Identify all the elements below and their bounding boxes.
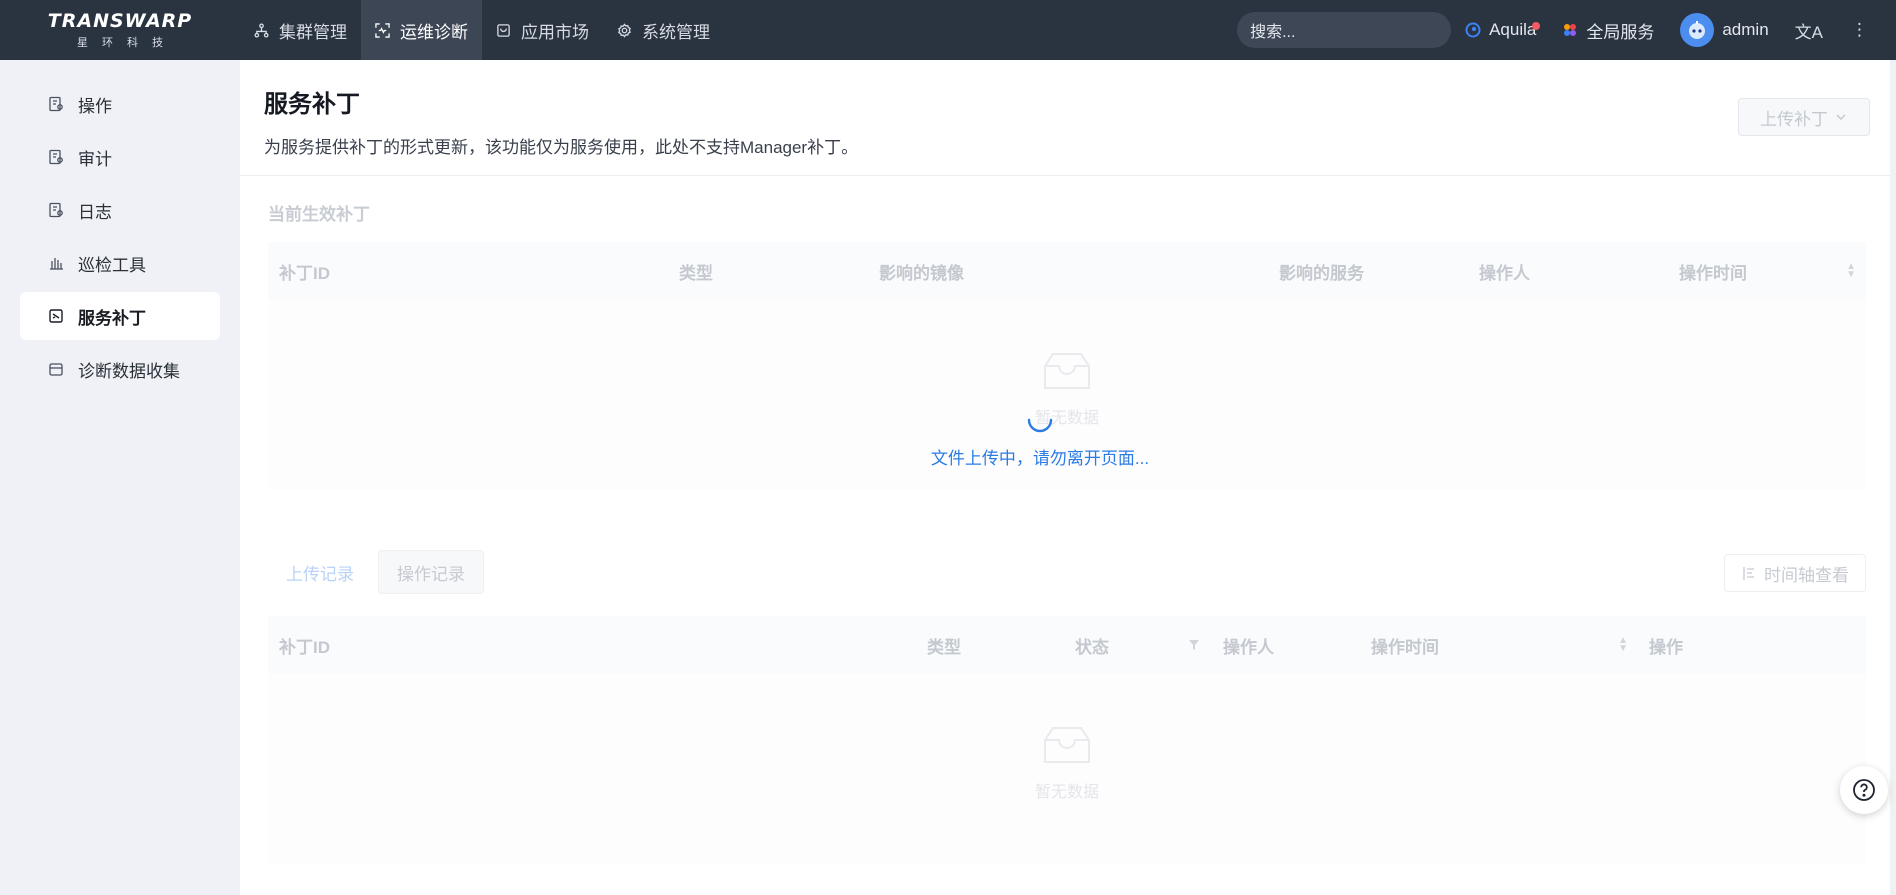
sidebar-label-inspection: 巡检工具 [78,255,146,275]
timeline-view-button[interactable]: 时间轴查看 [1724,554,1866,592]
table-header: 补丁ID 类型 状态 操作人 操作时间 ▲ ▼ 操作 [268,616,1866,674]
cluster-icon [254,22,269,38]
sidebar-item-inspection[interactable]: 巡检工具 [20,239,220,287]
nav-label-market: 应用市场 [521,22,589,42]
empty-state: 暂无数据 [1035,724,1099,802]
column-header-patch-id: 补丁ID [279,263,330,283]
more-icon[interactable]: ⋮ [1851,20,1868,40]
column-header-time[interactable]: 操作时间 ▲ ▼ [1360,616,1638,674]
table-body: 暂无数据 [268,674,1866,864]
tab-operation-records[interactable]: 操作记录 [378,550,484,594]
sidebar-item-operation[interactable]: 操作 [20,80,220,128]
robot-avatar-icon [1689,21,1706,39]
sidebar-item-patch[interactable]: 服务补丁 [20,292,220,340]
empty-text: 暂无数据 [1034,784,1100,801]
table-header: 补丁ID 类型 影响的镜像 影响的服务 操作人 操作时间 ▲ ▼ [268,242,1866,300]
column-header-status[interactable]: 状态 [1064,616,1212,674]
sidebar-label-audit: 审计 [78,149,112,169]
column-header-images: 影响的镜像 [879,263,964,283]
sidebar-label-patch: 服务补丁 [78,308,146,328]
services-icon [1564,24,1577,36]
main-nav: 集群管理 运维诊断 应用市场 系统管理 [240,0,724,60]
nav-label-diagnose: 运维诊断 [400,22,468,42]
filter-icon[interactable] [1188,639,1200,651]
nav-label-system: 系统管理 [642,22,710,42]
column-header-type: 类型 [927,637,961,657]
column-header-actions: 操作 [1649,637,1683,657]
page-header: 服务补丁 为服务提供补丁的形式更新，该功能仅为服务使用，此处不支持Manager… [240,60,1896,176]
column-header-time[interactable]: 操作时间 ▲ ▼ [1668,242,1866,300]
nav-item-market[interactable]: 应用市场 [482,0,603,60]
aquila-icon [1465,22,1481,38]
empty-box-icon [1043,727,1090,763]
avatar [1680,13,1715,47]
help-button[interactable] [1840,766,1888,814]
column-header-services: 影响的服务 [1279,263,1364,283]
brand-logo[interactable]: TRANSWARP 星环科技 [0,0,240,60]
sidebar-item-audit[interactable]: 审计 [20,133,220,181]
sidebar-label-log: 日志 [78,202,112,222]
aquila-button[interactable]: Aquila [1465,20,1541,40]
column-header-operator: 操作人 [1223,637,1274,657]
sidebar-label-operation: 操作 [78,96,112,116]
inspection-icon [50,258,63,270]
page-description: 为服务提供补丁的形式更新，该功能仅为服务使用，此处不支持Manager补丁。 [264,138,859,157]
market-icon [497,23,510,37]
page-title: 服务补丁 [264,91,360,118]
search-placeholder: 搜索... [1250,24,1296,41]
upload-patch-label: 上传补丁 [1760,109,1828,129]
language-icon[interactable]: 文A [1795,18,1823,43]
gear-icon [618,22,631,38]
aquila-label: Aquila [1489,20,1537,39]
column-header-type: 类型 [679,263,713,283]
column-header-time-label: 操作时间 [1679,263,1747,283]
log-icon [49,202,63,218]
timeline-icon [1743,566,1754,580]
diagnose-icon [375,22,390,38]
tab-upload-records[interactable]: 上传记录 [268,550,372,594]
all-services-label: 全局服务 [1586,22,1655,42]
patch-icon [49,309,63,323]
column-header-status-label: 状态 [1075,637,1109,657]
search-input[interactable]: 搜索... [1237,12,1452,48]
current-patches-title: 当前生效补丁 [268,205,370,224]
collect-icon [49,363,63,376]
sidebar-label-collect: 诊断数据收集 [78,361,180,381]
notification-dot [1532,22,1541,30]
loading-overlay: 文件上传中，请勿离开页面... [930,406,1150,469]
question-icon [1853,779,1875,801]
column-header-patch-id: 补丁ID [279,637,330,657]
sidebar-item-collect[interactable]: 诊断数据收集 [20,345,220,393]
chevron-down-icon [1836,114,1846,121]
sidebar: 操作 审计 日志 巡检工具 服务补丁 诊断数据收集 [0,60,240,895]
user-name: admin [1722,20,1769,39]
upload-patch-button[interactable]: 上传补丁 [1738,98,1870,136]
nav-item-diagnose[interactable]: 运维诊断 [361,0,482,60]
sort-icon[interactable]: ▲ ▼ [1846,262,1856,280]
column-header-operator: 操作人 [1479,263,1530,283]
records-table: 补丁ID 类型 状态 操作人 操作时间 ▲ ▼ 操作 暂无数据 [268,616,1866,864]
top-bar: TRANSWARP 星环科技 集群管理 运维诊断 应用市场 系统管理 搜索...… [0,0,1896,60]
records-tabs: 上传记录 操作记录 [268,550,484,594]
all-services-button[interactable]: 全局服务 [1562,18,1654,43]
logo-sub-text: 星环科技 [77,37,177,49]
sidebar-item-log[interactable]: 日志 [20,186,220,234]
audit-icon [49,149,63,165]
loading-text: 文件上传中，请勿离开页面... [930,449,1150,468]
nav-item-cluster[interactable]: 集群管理 [240,0,361,60]
nav-label-cluster: 集群管理 [279,22,347,42]
page-scrollbar[interactable] [1890,60,1896,895]
loading-spinner-icon [1027,418,1053,433]
user-menu[interactable]: admin [1680,13,1769,47]
top-right-area: 搜索... Aquila 全局服务 admin 文A ⋮ [1237,0,1896,60]
empty-box-icon [1043,353,1090,389]
main-content: 服务补丁 为服务提供补丁的形式更新，该功能仅为服务使用，此处不支持Manager… [240,60,1896,895]
sort-icon[interactable]: ▲ ▼ [1618,636,1628,654]
nav-item-system[interactable]: 系统管理 [603,0,724,60]
timeline-view-label: 时间轴查看 [1764,565,1849,585]
operation-icon [49,96,63,112]
column-header-time-label: 操作时间 [1371,637,1439,657]
logo-main-text: TRANSWARP [47,10,193,32]
